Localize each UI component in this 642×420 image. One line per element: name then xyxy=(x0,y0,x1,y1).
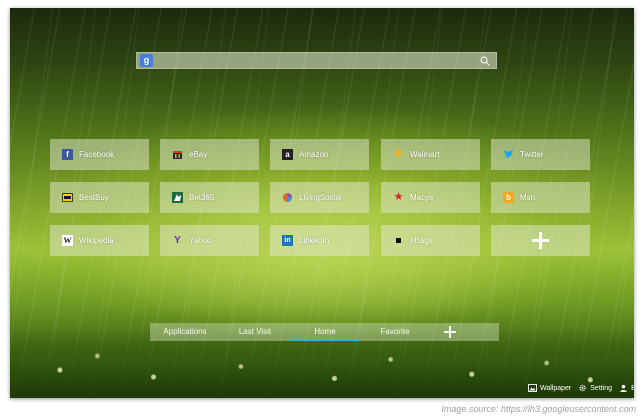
tile-msn[interactable]: b Msn xyxy=(491,182,590,213)
search-icon[interactable] xyxy=(480,56,490,66)
tile-macys[interactable]: ★ Macys xyxy=(381,182,480,213)
tile-label: eBay xyxy=(189,150,208,159)
add-tab-button[interactable] xyxy=(430,323,469,341)
tab-applications[interactable]: Applications xyxy=(150,323,220,341)
tile-label: Twitter xyxy=(520,150,544,159)
twitter-icon xyxy=(503,149,514,160)
tile-label: Bet365 xyxy=(189,193,215,202)
tab-favorite[interactable]: Favorite xyxy=(360,323,430,341)
tab-home[interactable]: Home xyxy=(290,323,360,341)
tile-facebook[interactable]: f Facebook xyxy=(50,139,149,170)
bestbuy-icon xyxy=(62,192,73,203)
tile-label: LivingSocial xyxy=(299,193,342,202)
ebay-icon xyxy=(172,149,183,160)
tile-label: Msn xyxy=(520,193,536,202)
search-input[interactable] xyxy=(157,53,472,68)
amazon-icon: a xyxy=(282,149,293,160)
macys-icon: ★ xyxy=(393,191,404,203)
tile-livingsocial[interactable]: LivingSocial xyxy=(270,182,369,213)
setting-button[interactable]: Setting xyxy=(578,384,612,392)
tab-last-visit[interactable]: Last Visit xyxy=(220,323,290,341)
tile-label: Yahoo xyxy=(189,236,212,245)
bet365-icon xyxy=(172,192,183,203)
tile-label: BestBuy xyxy=(79,193,109,202)
tile-amazon[interactable]: a Amazon xyxy=(270,139,369,170)
livingsocial-icon xyxy=(282,192,293,203)
gear-icon xyxy=(579,384,586,392)
tile-ebay[interactable]: eBay xyxy=(160,139,259,170)
walmart-icon: ✱ xyxy=(393,148,404,160)
tile-label: LinkedIn xyxy=(299,236,330,245)
user-icon xyxy=(620,384,627,392)
linkedin-icon: in xyxy=(282,235,293,246)
search-bar[interactable]: g xyxy=(136,52,497,69)
wallpaper-button[interactable]: Wallpaper xyxy=(528,384,571,392)
plus-icon xyxy=(443,326,456,338)
tile-label: Wikipedia xyxy=(79,236,114,245)
plus-icon xyxy=(532,232,549,249)
facebook-icon: f xyxy=(62,149,73,160)
tile-walmart[interactable]: ✱ Walmart xyxy=(381,139,480,170)
tile-twitter[interactable]: Twitter xyxy=(491,139,590,170)
wallpaper-label: Wallpaper xyxy=(540,384,572,392)
corner-tools: Wallpaper Setting B xyxy=(528,382,634,394)
yahoo-icon: Y xyxy=(174,234,181,246)
setting-label: Setting xyxy=(590,384,613,392)
tile-linkedin[interactable]: in LinkedIn xyxy=(270,225,369,256)
third-tool-button[interactable]: B xyxy=(619,384,634,392)
image-source-caption: Image source: https://lh3.googleusercont… xyxy=(441,404,636,414)
add-site-button[interactable] xyxy=(491,225,590,256)
msn-icon: b xyxy=(503,192,514,203)
google-icon[interactable]: g xyxy=(140,54,153,67)
tile-label: Macys xyxy=(410,193,434,202)
tile-label: Facebook xyxy=(79,150,115,159)
tile-wikipedia[interactable]: W Wikipedia xyxy=(50,225,149,256)
third-tool-label: B xyxy=(631,384,634,392)
tile-label: Amazon xyxy=(299,150,329,159)
ebags-icon xyxy=(393,235,404,246)
tile-label: eBags xyxy=(410,236,433,245)
tile-label: Walmart xyxy=(410,150,440,159)
new-tab-page: g f Facebook eBay a Amazon ✱ Walmart Twi… xyxy=(10,8,634,398)
wikipedia-icon: W xyxy=(62,235,73,246)
bottom-nav: Applications Last Visit Home Favorite xyxy=(150,323,499,341)
image-icon xyxy=(528,384,537,392)
tile-ebags[interactable]: eBags xyxy=(381,225,480,256)
tile-bet365[interactable]: Bet365 xyxy=(160,182,259,213)
tile-yahoo[interactable]: Y Yahoo xyxy=(160,225,259,256)
tile-bestbuy[interactable]: BestBuy xyxy=(50,182,149,213)
